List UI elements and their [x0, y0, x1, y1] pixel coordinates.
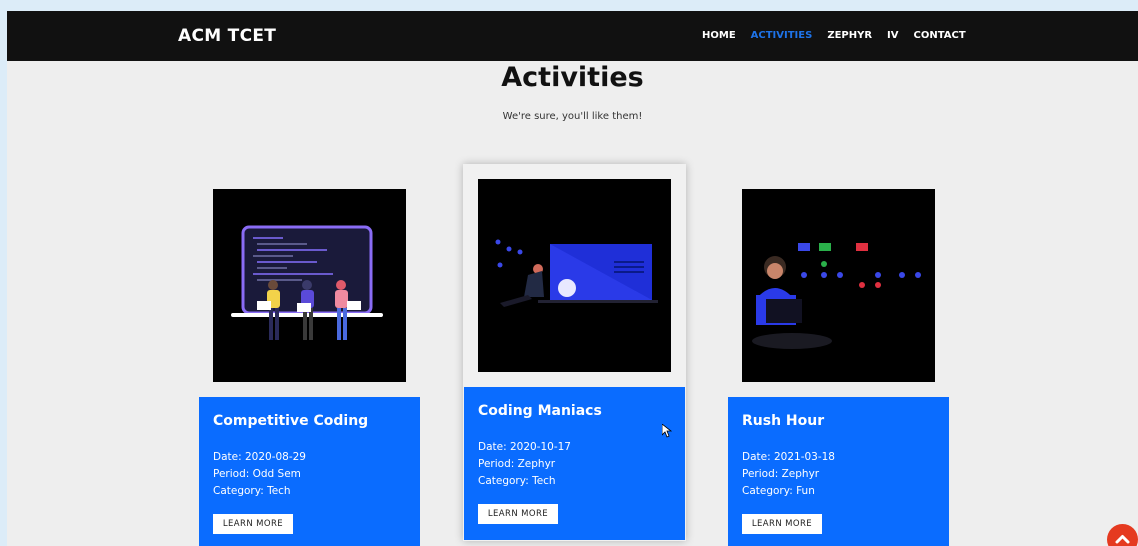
- card-image-competitive-coding[interactable]: [213, 189, 406, 382]
- card-title[interactable]: Competitive Coding: [213, 413, 368, 429]
- brand-logo[interactable]: ACM TCET: [178, 26, 276, 46]
- card-date: Date: 2020-08-29: [213, 451, 306, 463]
- card-period: Period: Odd Sem: [213, 468, 301, 480]
- scroll-top-button[interactable]: [1107, 524, 1138, 546]
- laptop-coders-illustration: [231, 225, 383, 340]
- learn-more-button[interactable]: LEARN MORE: [213, 514, 293, 534]
- nav-activities[interactable]: ACTIVITIES: [751, 30, 813, 41]
- card-category: Category: Tech: [213, 485, 291, 497]
- card-meta: Date: 2020-08-29 Period: Odd Sem Categor…: [213, 449, 306, 500]
- learn-more-button[interactable]: LEARN MORE: [742, 514, 822, 534]
- nav-zephyr[interactable]: ZEPHYR: [827, 30, 872, 41]
- page: ACM TCET HOME ACTIVITIES ZEPHYR IV CONTA…: [7, 11, 1138, 546]
- nav-iv[interactable]: IV: [887, 30, 898, 41]
- presentation-screen-illustration: [495, 239, 658, 307]
- mouse-cursor-icon: [662, 424, 672, 438]
- card-title[interactable]: Coding Maniacs: [478, 403, 602, 419]
- card-date: Date: 2021-03-18: [742, 451, 835, 463]
- person-with-laptop-illustration: [752, 243, 921, 349]
- card-category: Category: Tech: [478, 475, 556, 487]
- card-meta: Date: 2021-03-18 Period: Zephyr Category…: [742, 449, 835, 500]
- card-rush-hour: Rush Hour Date: 2021-03-18 Period: Zephy…: [728, 397, 949, 546]
- section-title: Activities: [501, 62, 644, 93]
- nav-contact[interactable]: CONTACT: [914, 30, 966, 41]
- card-image-coding-maniacs[interactable]: [478, 179, 671, 372]
- card-date: Date: 2020-10-17: [478, 441, 571, 453]
- section-subtitle: We're sure, you'll like them!: [502, 111, 643, 122]
- card-period: Period: Zephyr: [478, 458, 556, 470]
- learn-more-button[interactable]: LEARN MORE: [478, 504, 558, 524]
- nav-home[interactable]: HOME: [702, 30, 736, 41]
- card-period: Period: Zephyr: [742, 468, 820, 480]
- card-coding-maniacs: Coding Maniacs Date: 2020-10-17 Period: …: [464, 387, 685, 540]
- card-image-rush-hour[interactable]: [742, 189, 935, 382]
- card-meta: Date: 2020-10-17 Period: Zephyr Category…: [478, 439, 571, 490]
- card-category: Category: Fun: [742, 485, 815, 497]
- card-title[interactable]: Rush Hour: [742, 413, 824, 429]
- card-competitive-coding: Competitive Coding Date: 2020-08-29 Peri…: [199, 397, 420, 546]
- navbar: ACM TCET HOME ACTIVITIES ZEPHYR IV CONTA…: [7, 11, 1138, 61]
- chevron-up-icon: [1115, 535, 1130, 544]
- nav-links: HOME ACTIVITIES ZEPHYR IV CONTACT: [702, 30, 981, 41]
